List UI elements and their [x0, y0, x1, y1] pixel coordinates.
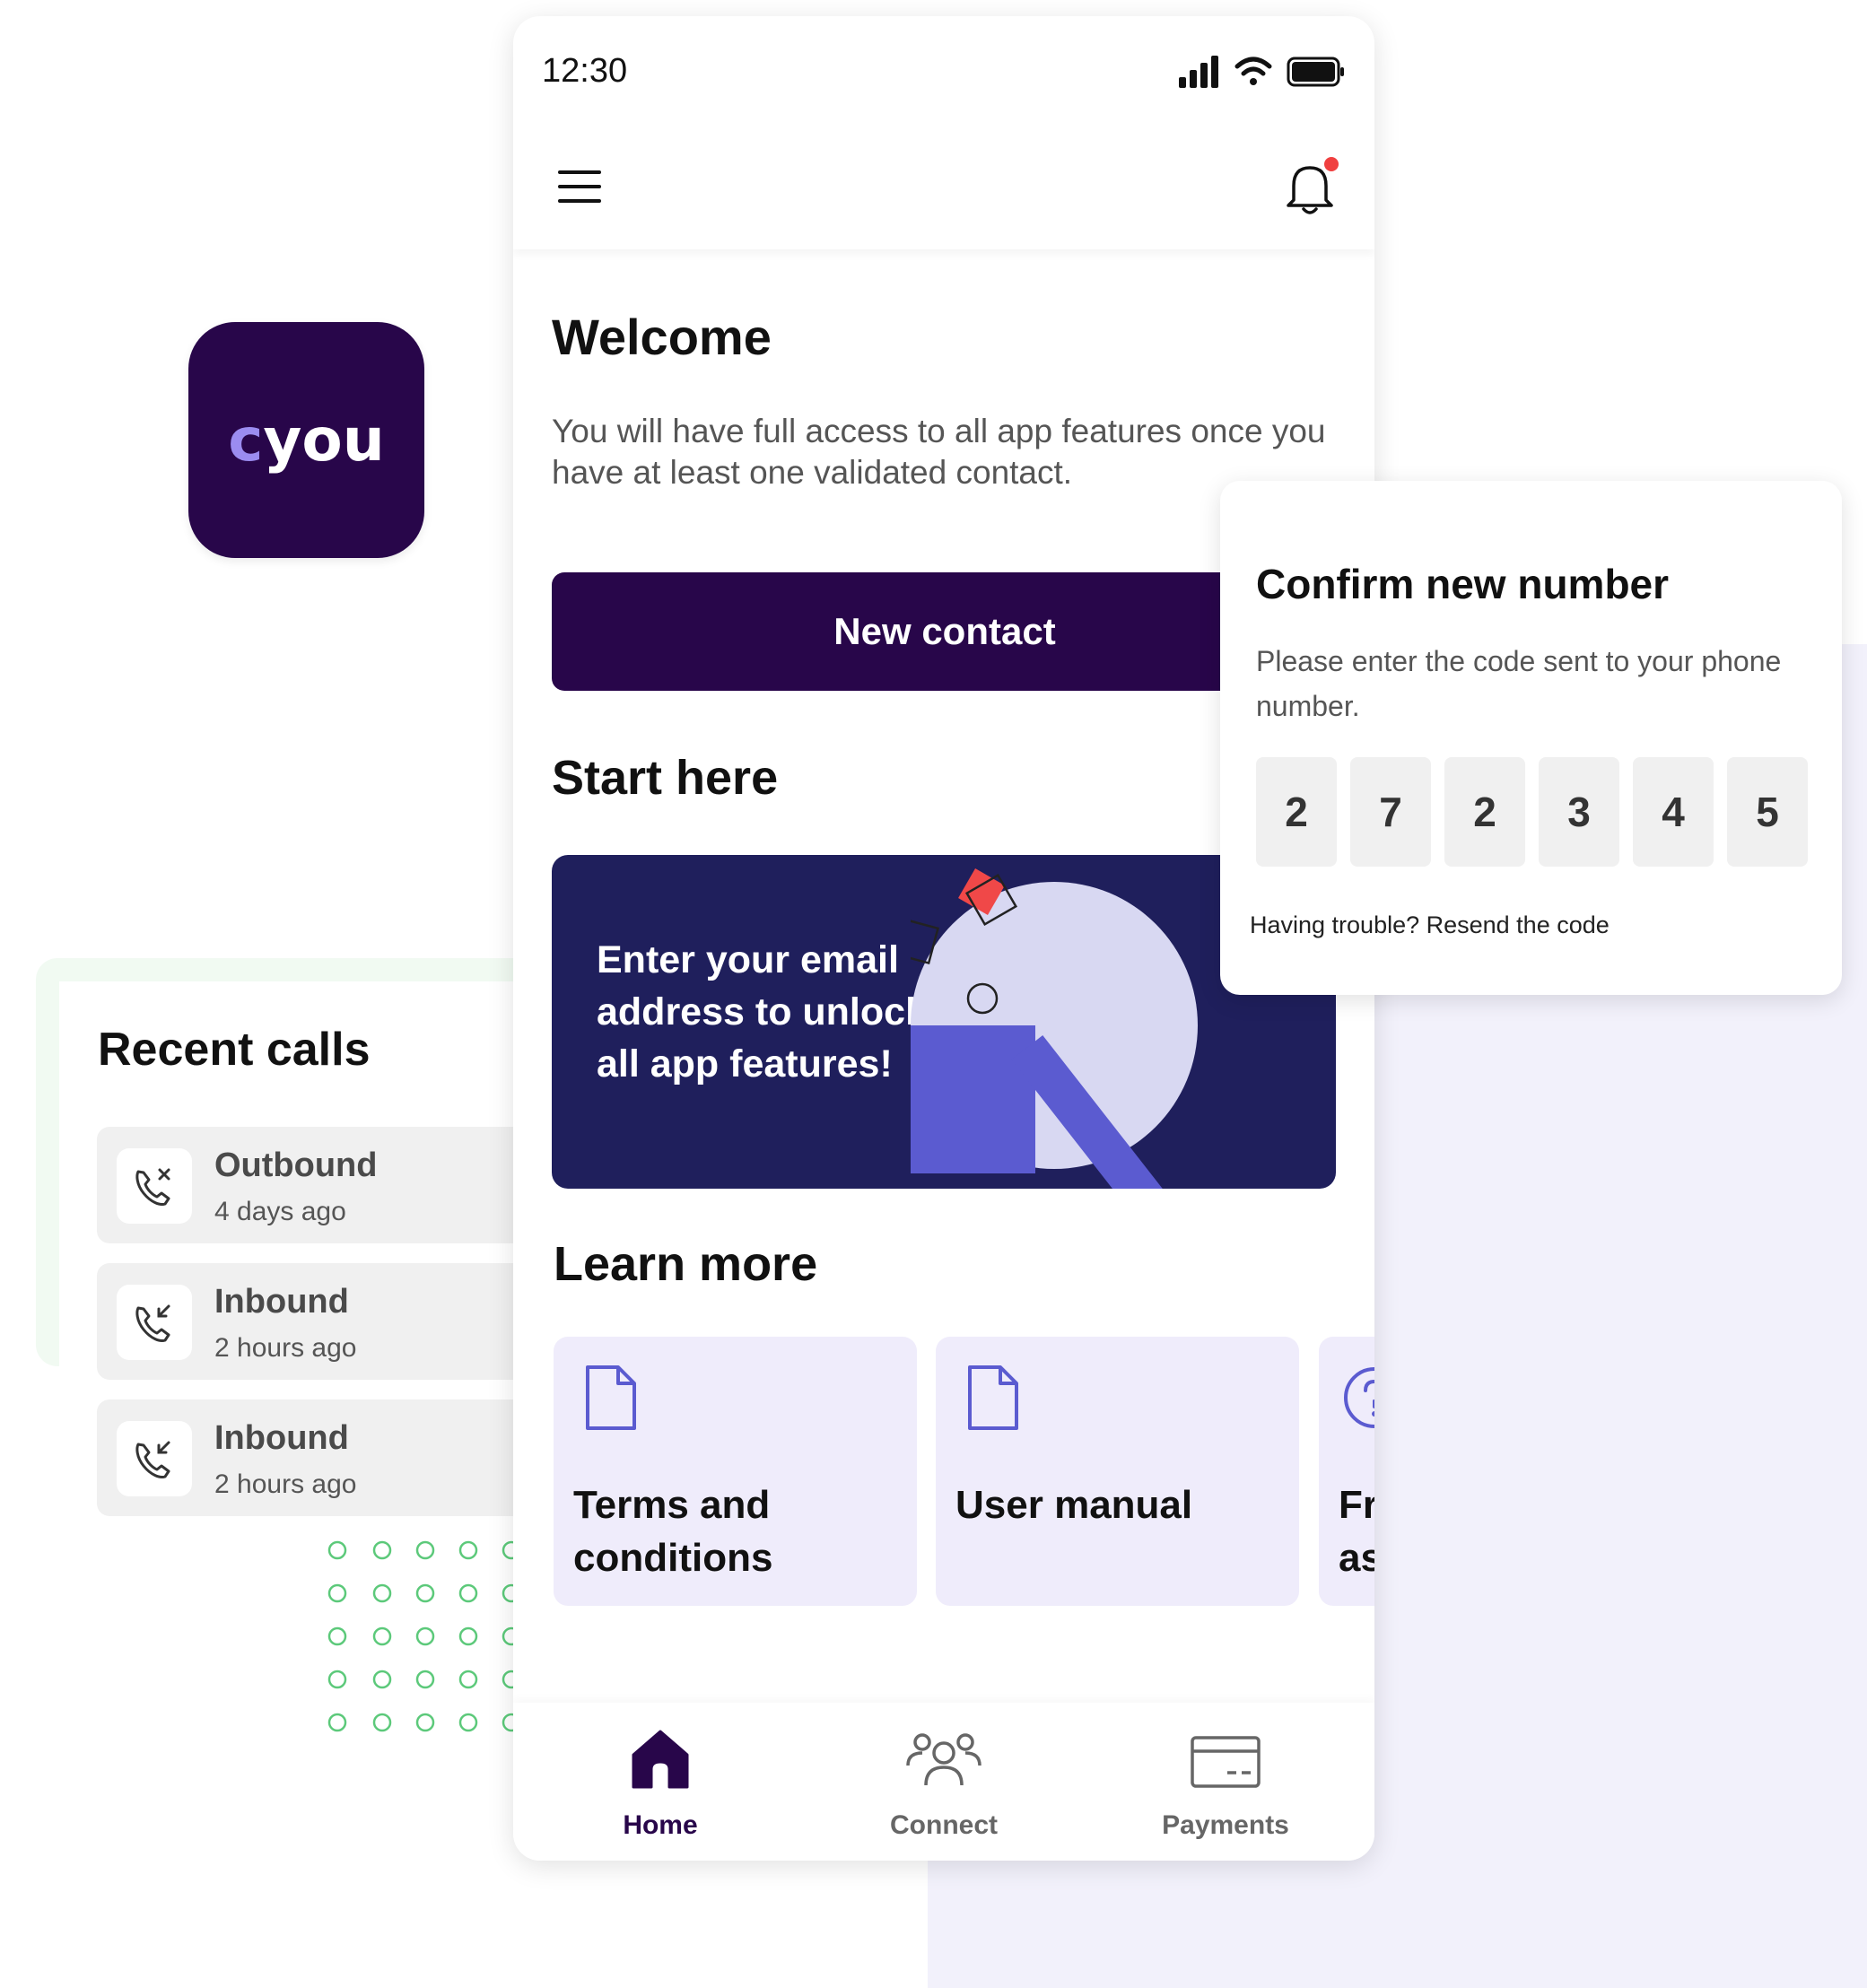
notification-dot	[1324, 157, 1339, 171]
nav-label: Connect	[890, 1810, 998, 1840]
phone-incoming-icon	[117, 1285, 192, 1360]
call-type: Inbound	[214, 1419, 349, 1457]
code-digit-input[interactable]: 7	[1350, 757, 1431, 867]
call-time: 2 hours ago	[214, 1333, 357, 1363]
logo-text: you	[263, 405, 385, 475]
learn-card-terms[interactable]: Terms and conditions	[554, 1337, 917, 1606]
bottom-navigation: Home Connect Payments	[513, 1703, 1374, 1861]
start-here-title: Start here	[552, 751, 779, 805]
learn-card-label: Fr as	[1339, 1483, 1374, 1580]
help-circle-icon	[1344, 1367, 1374, 1428]
nav-home[interactable]: Home	[517, 1703, 804, 1861]
document-icon	[586, 1365, 636, 1430]
cellular-signal-icon	[1179, 56, 1218, 88]
welcome-text: You will have full access to all app fea…	[552, 413, 1326, 491]
app-logo: c you	[188, 322, 424, 558]
recent-calls-title: Recent calls	[98, 1024, 371, 1076]
nav-connect[interactable]: Connect	[800, 1703, 1087, 1861]
unlock-features-banner[interactable]: Enter your email address to unlock all a…	[552, 855, 1336, 1189]
welcome-title: Welcome	[552, 309, 772, 365]
confirm-text: Please enter the code sent to your phone…	[1256, 645, 1782, 722]
app-header	[513, 16, 1374, 249]
card-icon	[1191, 1736, 1261, 1788]
people-icon	[906, 1733, 981, 1786]
learn-card-manual[interactable]: User manual	[936, 1337, 1299, 1606]
learn-card-label: User manual	[955, 1483, 1193, 1527]
nav-label: Payments	[1162, 1810, 1289, 1840]
resend-code-link[interactable]: Having trouble? Resend the code	[1250, 911, 1610, 939]
home-icon	[632, 1730, 689, 1789]
phone-incoming-icon	[117, 1421, 192, 1496]
nav-label: Home	[623, 1810, 698, 1840]
call-type: Inbound	[214, 1283, 349, 1321]
code-digit-input[interactable]: 3	[1539, 757, 1619, 867]
phone-outgoing-missed-icon	[117, 1148, 192, 1224]
confirm-number-card: Confirm new number Please enter the code…	[1220, 481, 1842, 995]
learn-card-faq[interactable]: Fr as	[1319, 1337, 1374, 1606]
wifi-icon	[1234, 57, 1272, 85]
battery-icon	[1287, 57, 1344, 87]
learn-more-title: Learn more	[554, 1237, 818, 1291]
status-time: 12:30	[542, 52, 628, 90]
confirm-title: Confirm new number	[1256, 561, 1670, 607]
hamburger-icon[interactable]	[556, 167, 603, 206]
call-type: Outbound	[214, 1147, 378, 1184]
code-digit-input[interactable]: 4	[1633, 757, 1714, 867]
logo-letter: c	[228, 405, 264, 475]
code-digit-input[interactable]: 2	[1256, 757, 1337, 867]
bell-icon[interactable]	[1281, 155, 1340, 220]
document-icon	[968, 1365, 1018, 1430]
code-digit-input[interactable]: 2	[1444, 757, 1525, 867]
code-digit-input[interactable]: 5	[1727, 757, 1808, 867]
call-time: 2 hours ago	[214, 1469, 357, 1499]
learn-card-label: Terms and conditions	[573, 1483, 773, 1580]
nav-payments[interactable]: Payments	[1082, 1703, 1369, 1861]
call-time: 4 days ago	[214, 1197, 346, 1226]
